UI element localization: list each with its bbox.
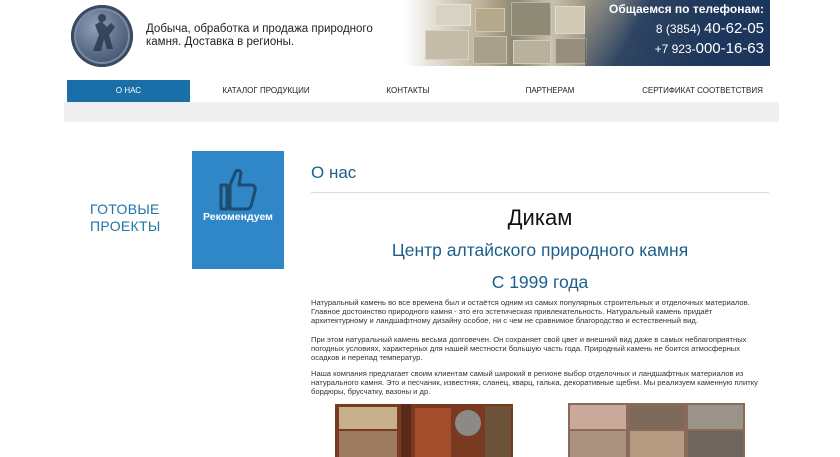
page: Добыча, обработка и продажа природного к…: [0, 0, 840, 457]
phone-number-mobile[interactable]: +7 923-000-16-63: [655, 40, 764, 57]
phone1-prefix: 8 (3854): [655, 22, 704, 36]
recommend-tile[interactable]: Рекомендуем: [192, 151, 284, 269]
company-name: Дикам: [507, 205, 573, 230]
title-divider: [311, 192, 769, 193]
phone2-main: 000-16-63: [695, 40, 764, 57]
phone-panel: Общаемся по телефонам: 8 (3854) 40-62-05…: [585, 0, 770, 66]
company-subtitle: Центр алтайского природного камня: [391, 240, 689, 260]
catalog-photo-1[interactable]: [335, 404, 513, 457]
intro-paragraph-1: Натуральный камень во все времена был и …: [311, 298, 750, 326]
nav-item-catalog[interactable]: КАТАЛОГ ПРОДУКЦИИ: [190, 80, 342, 102]
recommend-label: Рекомендуем: [203, 211, 273, 223]
phone-number-landline[interactable]: 8 (3854) 40-62-05: [656, 20, 764, 37]
company-logo[interactable]: [71, 5, 133, 67]
ready-projects-link[interactable]: ГОТОВЫЕ ПРОЕКТЫ: [90, 201, 180, 235]
phone1-main: 40-62-05: [703, 20, 764, 37]
nav-item-contacts[interactable]: КОНТАКТЫ: [342, 80, 474, 102]
sub-navigation-bar: [64, 102, 779, 122]
nav-item-certificate[interactable]: СЕРТИФИКАТ СООТВЕТСТВИЯ: [626, 80, 779, 102]
nav-item-about[interactable]: О НАС: [67, 80, 190, 102]
logo-figure-icon: [93, 14, 115, 51]
phone2-prefix: +7 923-: [654, 42, 696, 56]
page-title: О нас: [311, 163, 357, 182]
intro-paragraph-2: При этом натуральный камень весьма долго…: [311, 335, 747, 363]
phone-title: Общаемся по телефонам:: [608, 2, 764, 16]
founded-since: С 1999 года: [491, 272, 589, 292]
nav-item-partners[interactable]: ПАРТНЕРАМ: [474, 80, 626, 102]
header: Добыча, обработка и продажа природного к…: [0, 0, 840, 68]
tagline: Добыча, обработка и продажа природного к…: [146, 23, 373, 48]
main-nav: О НАС КАТАЛОГ ПРОДУКЦИИ КОНТАКТЫ ПАРТНЕР…: [67, 80, 779, 102]
intro-paragraph-3: Наша компания предлагает своим клиентам …: [311, 369, 758, 397]
catalog-photo-2[interactable]: [568, 403, 745, 457]
